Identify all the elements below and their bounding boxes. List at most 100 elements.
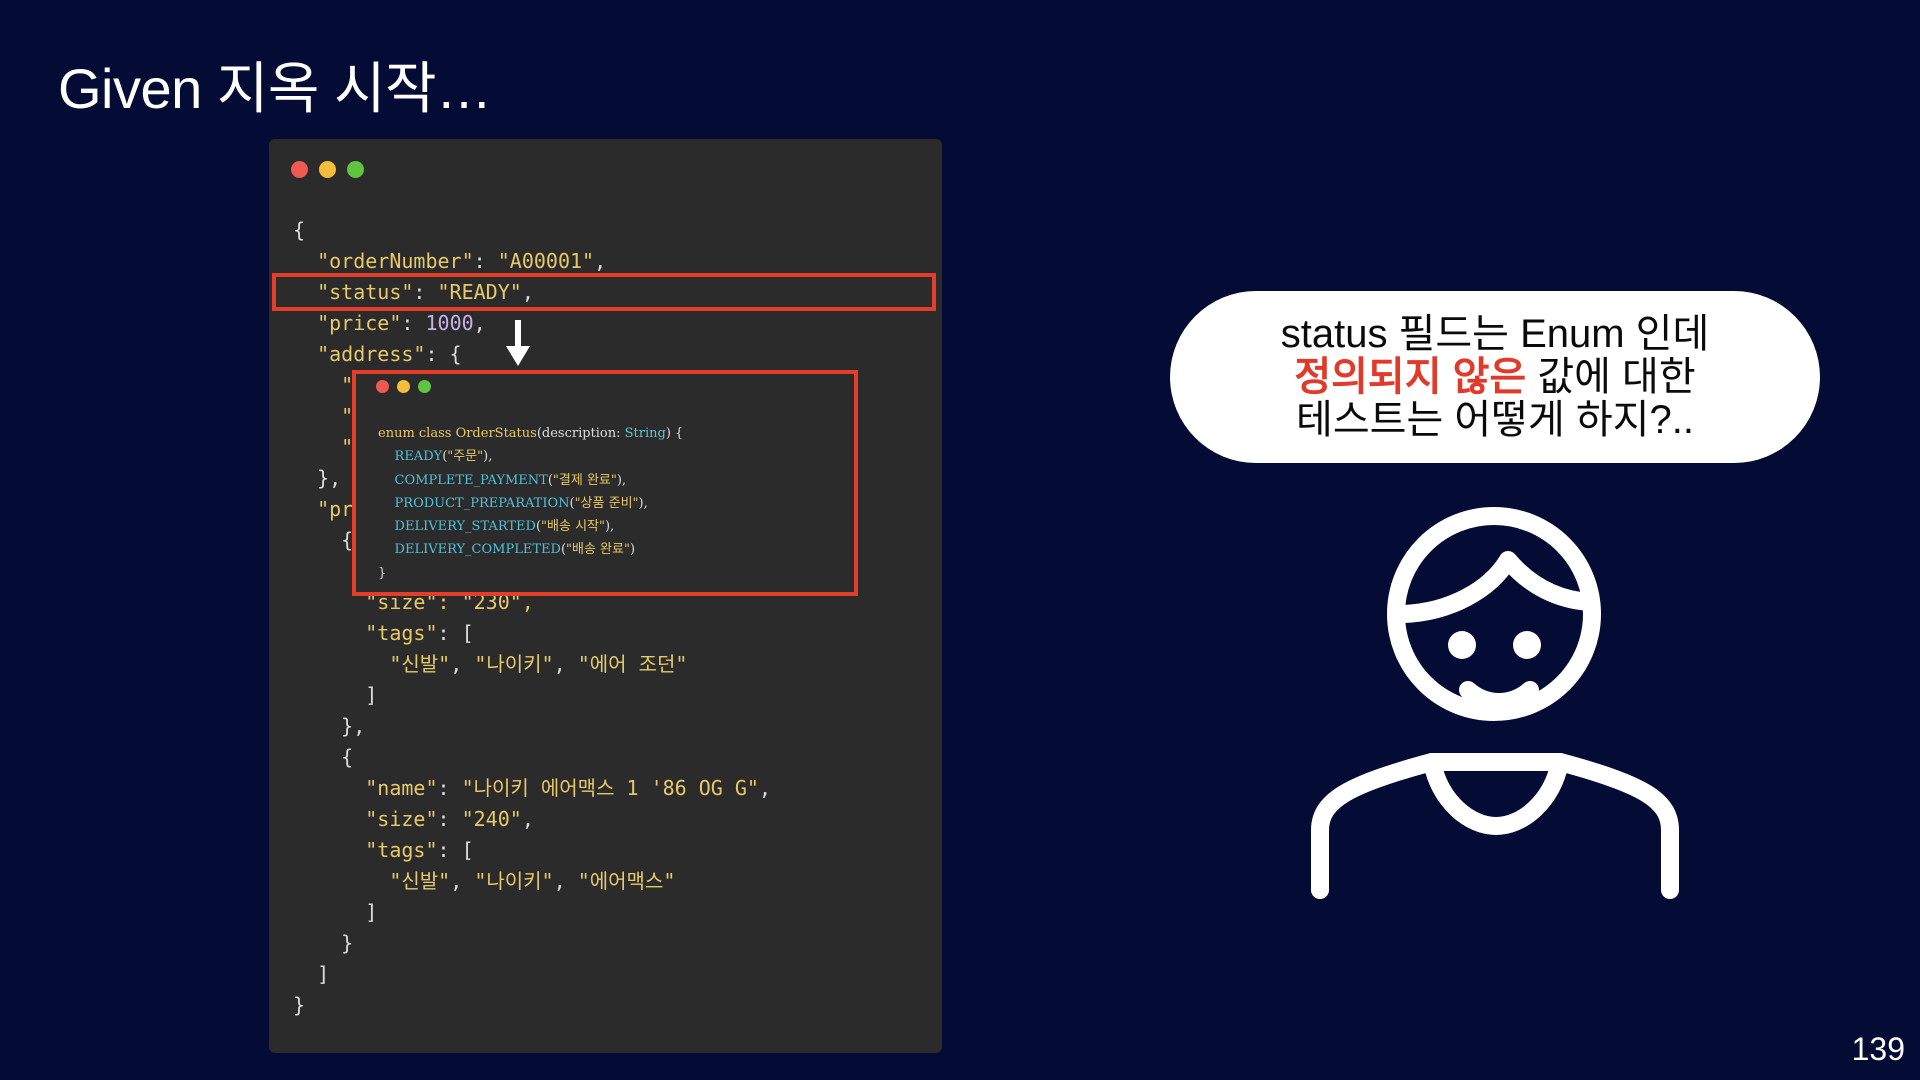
- person-icon: [1311, 507, 1679, 899]
- code-token: "240": [461, 807, 522, 831]
- window-close-dot: [376, 380, 389, 393]
- code-token: "주문": [447, 449, 484, 465]
- code-token: {: [293, 745, 354, 769]
- bubble-line-3: 테스트는 어떻게 하지?..: [1296, 397, 1694, 442]
- code-line: {: [293, 742, 771, 773]
- code-token: {: [293, 218, 306, 242]
- code-line: ]: [293, 959, 771, 990]
- code-token: 1000: [425, 311, 474, 335]
- code-token: "신발": [389, 652, 451, 676]
- code-token: :: [401, 311, 426, 335]
- code-token: ),: [638, 495, 648, 511]
- code-token: : {: [425, 342, 462, 366]
- code-line: enum class OrderStatus(description: Stri…: [378, 422, 683, 445]
- enum-code-popup: enum class OrderStatus(description: Stri…: [352, 370, 858, 596]
- code-token: ,: [450, 869, 475, 893]
- code-token: "나이키": [474, 652, 554, 676]
- code-token: : [: [437, 621, 474, 645]
- code-token: enum class: [378, 426, 456, 441]
- code-token: ),: [483, 449, 493, 465]
- code-token: COMPLETE_PAYMENT: [394, 472, 548, 488]
- code-token: ]: [293, 683, 378, 707]
- code-token: }: [378, 565, 387, 581]
- code-token: DELIVERY_STARTED: [394, 519, 536, 535]
- code-line: }: [378, 562, 683, 585]
- bubble-line-1: status 필드는 Enum 인데: [1280, 311, 1710, 356]
- code-token: "배송 시작": [541, 519, 605, 535]
- code-token: "에어맥스": [577, 869, 676, 893]
- json-code-block: { "orderNumber": "A00001", "status": "RE…: [293, 215, 771, 1021]
- code-token: "price": [317, 311, 402, 335]
- code-token: ]: [293, 900, 378, 924]
- code-line: }: [293, 928, 771, 959]
- speech-bubble: status 필드는 Enum 인데 정의되지 않은 값에 대한 테스트는 어떻…: [1170, 291, 1820, 463]
- code-token: },: [293, 466, 342, 490]
- code-token: ,: [521, 807, 534, 831]
- code-token: "name": [365, 776, 438, 800]
- code-token: DELIVERY_COMPLETED: [394, 542, 561, 558]
- enum-code-block: enum class OrderStatus(description: Stri…: [378, 422, 683, 585]
- code-token: ): [629, 542, 636, 558]
- code-line: {: [293, 215, 771, 246]
- code-token: ]: [293, 962, 330, 986]
- code-token: }: [293, 931, 354, 955]
- code-token: "address": [317, 342, 426, 366]
- code-line: "name": "나이키 에어맥스 1 '86 OG G",: [293, 773, 771, 804]
- code-token: "A00001": [497, 249, 595, 273]
- code-token: (description:: [536, 426, 625, 441]
- code-token: },: [293, 714, 366, 738]
- code-token: "결제 완료": [552, 472, 617, 488]
- code-token: ) {: [665, 426, 684, 441]
- code-token: ),: [604, 519, 615, 535]
- window-controls: [291, 161, 364, 178]
- page-number: 139: [1851, 1031, 1905, 1067]
- window-maximize-dot: [418, 380, 431, 393]
- code-token: :: [437, 776, 462, 800]
- down-arrow-icon: [506, 320, 530, 366]
- bubble-line-2-rest: 값에 대한: [1526, 354, 1696, 399]
- code-token: }: [293, 993, 306, 1017]
- code-token: ,: [553, 652, 578, 676]
- code-token: ,: [594, 249, 607, 273]
- code-token: "에어 조던": [577, 652, 688, 676]
- code-line: }: [293, 990, 771, 1021]
- code-line: ]: [293, 680, 771, 711]
- code-token: "신발": [389, 869, 451, 893]
- code-token: "나이키 에어맥스 1 '86 OG G": [461, 776, 759, 800]
- code-token: "배송 완료": [566, 542, 630, 558]
- code-line: "tags": [: [293, 618, 771, 649]
- code-token: READY: [394, 449, 443, 465]
- window-minimize-dot: [319, 161, 336, 178]
- bubble-emphasis: 정의되지 않은: [1294, 354, 1527, 399]
- code-line: ]: [293, 897, 771, 928]
- code-token: "나이키": [474, 869, 554, 893]
- code-token: ,: [450, 652, 475, 676]
- code-line: DELIVERY_COMPLETED("배송 완료"): [378, 538, 683, 561]
- code-line: "size": "240",: [293, 804, 771, 835]
- code-token: OrderStatus: [455, 426, 537, 441]
- code-line: "tags": [: [293, 835, 771, 866]
- code-line: "신발", "나이키", "에어 조던": [293, 649, 771, 680]
- window-close-dot: [291, 161, 308, 178]
- window-maximize-dot: [347, 161, 364, 178]
- code-token: : [: [437, 838, 474, 862]
- popup-window-controls: [376, 380, 431, 393]
- slide-title: Given 지옥 시작…: [58, 57, 492, 120]
- code-line: READY("주문"),: [378, 445, 683, 468]
- code-token: "tags": [365, 621, 438, 645]
